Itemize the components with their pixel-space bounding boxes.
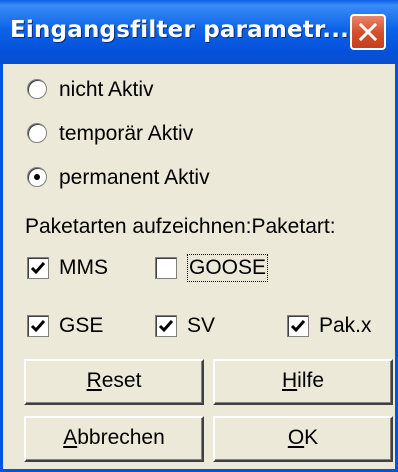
radio-circle[interactable] — [27, 123, 47, 143]
title-bar[interactable]: Eingangsfilter parametr... — [0, 0, 398, 64]
radio-circle[interactable] — [27, 79, 47, 99]
checkmark-icon — [290, 320, 306, 333]
checkbox-box[interactable] — [155, 315, 177, 337]
reset-button[interactable]: Reset — [24, 359, 204, 405]
mnemonic: O — [287, 426, 305, 449]
checkbox-label: GOOSE — [186, 254, 269, 282]
radio-label: temporär Aktiv — [59, 122, 194, 145]
close-button[interactable] — [350, 14, 386, 50]
checkbox-box[interactable] — [287, 315, 309, 337]
button-label: ilfe — [297, 369, 325, 392]
button-label: eset — [101, 369, 142, 392]
dialog-window: Eingangsfilter parametr... nicht Aktiv t… — [0, 0, 398, 472]
radio-label: nicht Aktiv — [59, 78, 154, 101]
checkbox-label: GSE — [59, 314, 104, 337]
cancel-button[interactable]: Abbrechen — [24, 416, 204, 462]
radio-circle-selected[interactable] — [27, 167, 47, 187]
checkmark-icon — [30, 262, 46, 275]
checkbox-label: MMS — [59, 256, 108, 279]
checkbox-label: Pak.x — [319, 314, 372, 337]
packet-types-label: Paketarten aufzeichnen:Paketart: — [25, 215, 336, 238]
mnemonic: A — [63, 426, 78, 449]
button-label: bbrechen — [77, 426, 165, 449]
window-title: Eingangsfilter parametr... — [10, 17, 350, 43]
button-label: K — [304, 426, 319, 449]
checkbox-box[interactable] — [27, 315, 49, 337]
mnemonic: R — [86, 369, 102, 392]
checkbox-box[interactable] — [27, 257, 49, 279]
ok-button[interactable]: OK — [213, 416, 393, 462]
mnemonic: H — [281, 369, 298, 392]
close-icon — [359, 23, 377, 41]
help-button[interactable]: Hilfe — [213, 359, 393, 405]
checkbox-label: SV — [187, 314, 216, 337]
radio-label: permanent Aktiv — [59, 166, 210, 189]
checkbox-box[interactable] — [155, 257, 177, 279]
checkmark-icon — [158, 320, 174, 333]
checkmark-icon — [30, 320, 46, 333]
